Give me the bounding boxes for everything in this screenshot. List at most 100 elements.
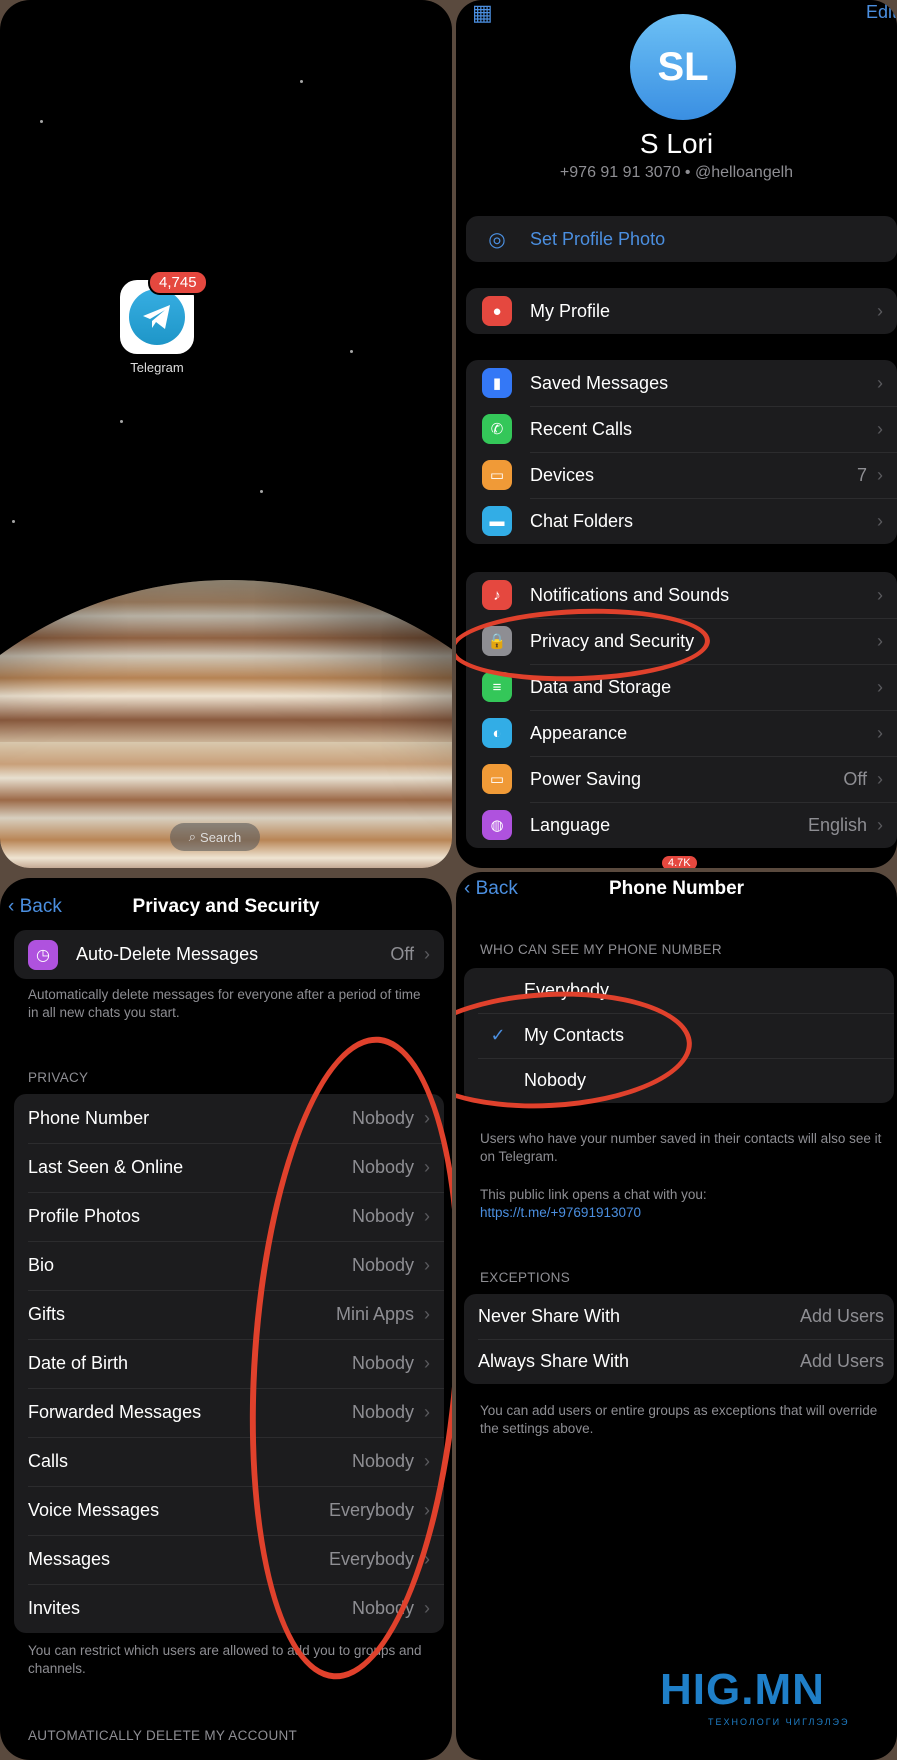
- phone-number-panel: ‹ Back Phone Number WHO CAN SEE MY PHONE…: [456, 872, 897, 1760]
- option-my-contacts[interactable]: ✓ My Contacts: [464, 1013, 894, 1058]
- settings-item-power-saving[interactable]: ▭ Power Saving Off ›: [466, 756, 897, 802]
- settings-item-appearance[interactable]: ◐ Appearance ›: [466, 710, 897, 756]
- privacy-row-gifts[interactable]: Gifts Mini Apps ›: [14, 1290, 444, 1339]
- appearance-icon: ◐: [482, 718, 512, 748]
- exception-value: Add Users: [799, 1306, 884, 1326]
- chevron-right-icon: ›: [424, 1402, 430, 1422]
- section-exceptions: EXCEPTIONS: [480, 1270, 571, 1285]
- settings-item-label: My Profile: [530, 300, 611, 321]
- privacy-row-label: Profile Photos: [28, 1206, 141, 1226]
- privacy-row-value: Everybody: [328, 1549, 414, 1569]
- public-link[interactable]: https://t.me/+97691913070: [480, 1204, 641, 1222]
- privacy-row-label: Date of Birth: [28, 1353, 129, 1373]
- settings-item-label: Language: [530, 814, 611, 835]
- chevron-right-icon: ›: [424, 1304, 430, 1324]
- privacy-row-voice-messages[interactable]: Voice Messages Everybody ›: [14, 1486, 444, 1535]
- lock-icon: 🔒: [482, 626, 512, 656]
- settings-group-2: ▮ Saved Messages › ✆ Recent Calls › ▭ Devices 7 ›…: [466, 360, 897, 544]
- exception-always-share-with[interactable]: Always Share With Add Users: [464, 1339, 894, 1384]
- option-everybody[interactable]: Everybody: [464, 968, 894, 1013]
- settings-item-value: English: [807, 814, 867, 835]
- paper-plane-icon: [129, 289, 185, 345]
- privacy-row-messages[interactable]: Messages Everybody ›: [14, 1535, 444, 1584]
- settings-item-privacy-and-security[interactable]: 🔒 Privacy and Security ›: [466, 618, 897, 664]
- chevron-right-icon: ›: [424, 1157, 430, 1177]
- settings-item-label: Devices: [530, 464, 595, 485]
- privacy-row-profile-photos[interactable]: Profile Photos Nobody ›: [14, 1192, 444, 1241]
- chevron-right-icon: ›: [877, 464, 883, 485]
- exceptions-caption: You can add users or entire groups as ex…: [480, 1403, 878, 1436]
- privacy-row-value: Nobody: [351, 1157, 414, 1177]
- avatar[interactable]: SL: [630, 14, 736, 120]
- set-profile-photo-button[interactable]: ◎ Set Profile Photo: [466, 216, 897, 262]
- settings-item-my-profile[interactable]: ● My Profile ›: [466, 288, 897, 334]
- settings-item-data-and-storage[interactable]: ≡ Data and Storage ›: [466, 664, 897, 710]
- watermark-logo: HIG.MN: [660, 1665, 825, 1714]
- privacy-row-date-of-birth[interactable]: Date of Birth Nobody ›: [14, 1339, 444, 1388]
- privacy-row-label: Invites: [28, 1598, 81, 1618]
- search-icon: ⌕: [188, 829, 197, 844]
- privacy-row-calls[interactable]: Calls Nobody ›: [14, 1437, 444, 1486]
- chevron-right-icon: ›: [424, 1353, 430, 1373]
- battery-icon: ▭: [482, 764, 512, 794]
- exception-label: Always Share With: [478, 1351, 630, 1371]
- settings-item-notifications-and-sounds[interactable]: ♪ Notifications and Sounds ›: [466, 572, 897, 618]
- nav-bar: ‹ Back Phone Number: [456, 878, 897, 908]
- privacy-panel: ‹ Back Privacy and Security ◷ Auto-Delet…: [0, 878, 452, 1760]
- folder-icon: ▬: [482, 506, 512, 536]
- option-label: Nobody: [524, 1070, 587, 1090]
- settings-item-label: Power Saving: [530, 768, 642, 789]
- chevron-right-icon: ›: [877, 510, 883, 531]
- settings-item-recent-calls[interactable]: ✆ Recent Calls ›: [466, 406, 897, 452]
- chevron-right-icon: ›: [877, 722, 883, 743]
- star: [350, 350, 353, 353]
- chevron-right-icon: ›: [424, 944, 430, 964]
- star: [260, 490, 263, 493]
- settings-item-label: Notifications and Sounds: [530, 584, 730, 605]
- auto-delete-row[interactable]: ◷ Auto-Delete Messages Off ›: [14, 930, 444, 979]
- settings-group-3: ♪ Notifications and Sounds › 🔒 Privacy and S…: [466, 572, 897, 848]
- chevron-right-icon: ›: [424, 1598, 430, 1618]
- privacy-row-value: Nobody: [351, 1451, 414, 1471]
- chevron-right-icon: ›: [877, 630, 883, 651]
- privacy-row-phone-number[interactable]: Phone Number Nobody ›: [14, 1094, 444, 1143]
- privacy-row-value: Mini Apps: [335, 1304, 414, 1324]
- privacy-row-value: Nobody: [351, 1255, 414, 1275]
- page-title: Phone Number: [608, 878, 745, 899]
- profile-name: S Lori: [639, 128, 714, 159]
- privacy-row-label: Phone Number: [28, 1108, 150, 1128]
- privacy-row-forwarded-messages[interactable]: Forwarded Messages Nobody ›: [14, 1388, 444, 1437]
- privacy-row-invites[interactable]: Invites Nobody ›: [14, 1584, 444, 1633]
- user-icon: ●: [482, 296, 512, 326]
- option-nobody[interactable]: Nobody: [464, 1058, 894, 1103]
- privacy-row-label: Gifts: [28, 1304, 66, 1324]
- privacy-row-label: Messages: [28, 1549, 111, 1569]
- section-privacy: PRIVACY: [28, 1070, 89, 1085]
- settings-item-value: 7: [856, 464, 867, 485]
- settings-item-label: Data and Storage: [530, 676, 672, 697]
- star: [300, 80, 303, 83]
- privacy-row-label: Forwarded Messages: [28, 1402, 202, 1422]
- exception-never-share-with[interactable]: Never Share With Add Users: [464, 1294, 894, 1339]
- chevron-right-icon: ›: [877, 814, 883, 835]
- chevron-right-icon: ›: [877, 768, 883, 789]
- privacy-row-label: Bio: [28, 1255, 55, 1275]
- home-search-button[interactable]: ⌕ Search: [170, 823, 260, 851]
- settings-item-chat-folders[interactable]: ▬ Chat Folders ›: [466, 498, 897, 544]
- phone-visibility-options: Everybody ✓ My Contacts Nobody: [464, 968, 894, 1103]
- settings-item-saved-messages[interactable]: ▮ Saved Messages ›: [466, 360, 897, 406]
- settings-item-devices[interactable]: ▭ Devices 7 ›: [466, 452, 897, 498]
- timer-icon: ◷: [28, 939, 58, 970]
- privacy-row-label: Calls: [28, 1451, 69, 1471]
- auto-delete-caption: Automatically delete messages for everyo…: [28, 987, 421, 1020]
- privacy-row-last-seen-online[interactable]: Last Seen & Online Nobody ›: [14, 1143, 444, 1192]
- privacy-row-label: Voice Messages: [28, 1500, 160, 1520]
- settings-item-language[interactable]: ◍ Language English ›: [466, 802, 897, 848]
- profile-subtitle: +976 91 91 3070 • @helloangelh: [559, 164, 794, 181]
- auto-delete-label: Auto-Delete Messages: [76, 944, 259, 964]
- qr-code-icon[interactable]: ▦: [472, 2, 494, 24]
- notification-badge: 4,745: [148, 270, 208, 295]
- chevron-right-icon: ›: [424, 1500, 430, 1520]
- privacy-row-bio[interactable]: Bio Nobody ›: [14, 1241, 444, 1290]
- edit-button[interactable]: Edit: [866, 2, 897, 23]
